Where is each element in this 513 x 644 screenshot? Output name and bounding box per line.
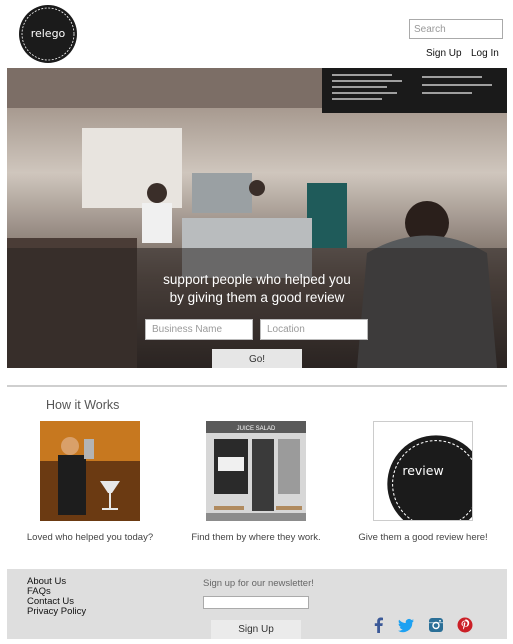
footer-links: About Us FAQs Contact Us Privacy Policy (27, 577, 86, 617)
step2-storefront-image: JUICE SALAD (206, 421, 306, 521)
location-input[interactable] (260, 319, 368, 340)
logo[interactable]: relego (18, 4, 78, 64)
hero-banner: support people who helped you by giving … (7, 68, 507, 368)
pinterest-icon[interactable] (457, 617, 473, 633)
facebook-icon[interactable] (371, 617, 387, 633)
step3-review-image: review (373, 421, 473, 521)
signup-link[interactable]: Sign Up (426, 48, 462, 59)
storefront-photo: JUICE SALAD (206, 421, 306, 521)
bartender-photo (40, 421, 140, 521)
search-input[interactable] (409, 19, 503, 39)
newsletter-signup-button[interactable]: Sign Up (211, 620, 301, 639)
instagram-icon[interactable] (428, 617, 444, 633)
step1-caption: Loved who helped you today? (26, 532, 154, 543)
twitter-icon[interactable] (398, 617, 414, 633)
section-divider (7, 385, 507, 387)
business-name-input[interactable] (145, 319, 253, 340)
go-button[interactable]: Go! (212, 349, 302, 368)
footer: About Us FAQs Contact Us Privacy Policy … (7, 569, 507, 639)
login-link[interactable]: Log In (471, 48, 499, 59)
storefront-sign: JUICE SALAD (237, 426, 276, 432)
review-badge-label: review (402, 463, 444, 478)
how-it-works-title: How it Works (46, 398, 120, 412)
step3-caption: Give them a good review here! (358, 532, 488, 543)
privacy-policy-link[interactable]: Privacy Policy (27, 607, 86, 617)
newsletter-label: Sign up for our newsletter! (203, 578, 314, 589)
step1-bartender-image (40, 421, 140, 521)
logo-text: relego (30, 27, 66, 40)
hero-headline-line1: support people who helped you (163, 272, 351, 287)
newsletter-email-input[interactable] (203, 596, 309, 609)
hero-headline-line2: by giving them a good review (169, 290, 345, 305)
step2-caption: Find them by where they work. (191, 532, 321, 543)
